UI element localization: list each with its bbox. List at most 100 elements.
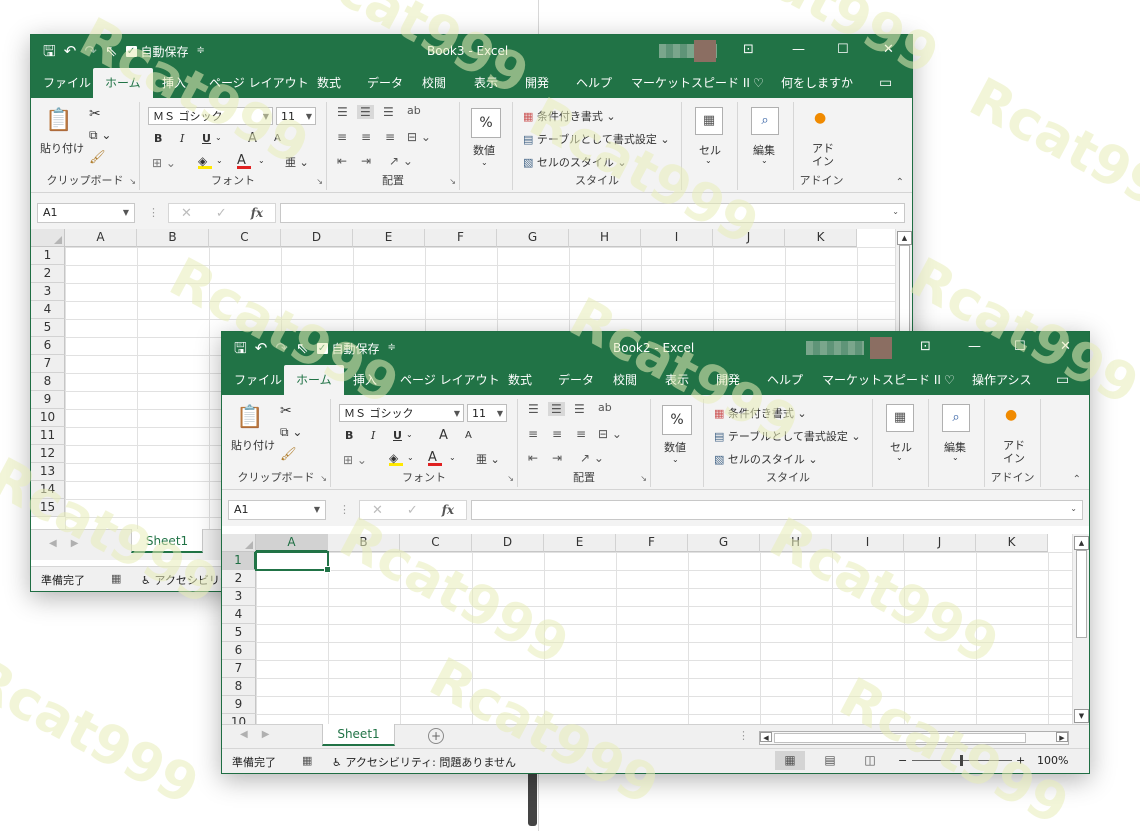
search-icon[interactable]: ⌕ <box>751 107 779 135</box>
row-header[interactable]: 1 <box>31 247 65 265</box>
bold-button[interactable]: B <box>345 429 353 442</box>
paste-button[interactable]: 貼り付け <box>40 140 84 156</box>
tab-page-layout[interactable]: ページ レイアウト <box>209 68 309 98</box>
tab-home[interactable]: ホーム <box>284 365 344 395</box>
paste-button[interactable]: 貼り付け <box>231 437 275 453</box>
increase-indent-icon[interactable]: ⇥ <box>552 451 562 465</box>
qat-customize-icon[interactable]: ≑ <box>388 339 396 357</box>
align-center-icon[interactable]: ≡ <box>361 130 371 144</box>
row-header[interactable]: 9 <box>222 696 256 714</box>
tab-data[interactable]: データ <box>367 68 403 98</box>
cell-styles-button[interactable]: ▧ セルのスタイル ⌄ <box>523 154 627 170</box>
sheet-tab[interactable]: Sheet1 <box>131 529 203 553</box>
accessibility-status[interactable]: ♿ アクセシビリティ: 問題ありません <box>332 754 516 770</box>
column-header[interactable]: A <box>65 229 137 247</box>
column-header[interactable]: G <box>688 534 760 552</box>
formula-input[interactable]: ⌄ <box>471 500 1083 520</box>
underline-button[interactable]: U <box>202 132 211 145</box>
save-icon[interactable]: 🖫 <box>43 42 56 60</box>
tab-view[interactable]: 表示 <box>665 365 689 395</box>
dialog-launcher-icon[interactable]: ↘ <box>640 474 647 483</box>
scroll-up-icon[interactable]: ▲ <box>1074 536 1089 550</box>
align-bottom-icon[interactable]: ☰ <box>574 402 585 416</box>
tell-me-search[interactable]: 何をしますか <box>781 68 853 98</box>
row-header[interactable]: 2 <box>31 265 65 283</box>
align-top-icon[interactable]: ☰ <box>337 105 348 119</box>
tab-view[interactable]: 表示 <box>474 68 498 98</box>
orientation-icon[interactable]: ↗ ⌄ <box>389 154 413 168</box>
title-bar[interactable]: 🖫 ↶ ↷ ⇖ ✓ 自動保存 ≑ Book2 - Excel ⊡ — ☐ ✕ <box>222 332 1089 365</box>
italic-button[interactable]: I <box>180 132 184 145</box>
dialog-launcher-icon[interactable]: ↘ <box>449 177 456 186</box>
insert-function-icon[interactable]: fx <box>442 503 454 517</box>
format-painter-icon[interactable]: 🖌 <box>280 447 297 462</box>
tab-developer[interactable]: 開発 <box>716 365 740 395</box>
save-icon[interactable]: 🖫 <box>234 339 247 357</box>
column-header[interactable]: C <box>400 534 472 552</box>
paste-icon[interactable]: 📋 <box>236 405 263 431</box>
row-header[interactable]: 3 <box>31 283 65 301</box>
zoom-slider-thumb[interactable] <box>960 755 963 766</box>
align-middle-icon[interactable]: ☰ <box>548 402 565 416</box>
collapse-ribbon-icon[interactable]: ⌃ <box>1073 474 1081 485</box>
row-header[interactable]: 5 <box>222 624 256 642</box>
font-color-dropdown-icon[interactable]: ⌄ <box>449 453 456 462</box>
row-header[interactable]: 15 <box>31 499 65 517</box>
vertical-scrollbar[interactable]: ▲ ▼ <box>1072 534 1089 724</box>
tab-split-grip-icon[interactable]: ⋮ <box>738 729 749 742</box>
excel-window-book2[interactable]: 🖫 ↶ ↷ ⇖ ✓ 自動保存 ≑ Book2 - Excel ⊡ — ☐ ✕ フ… <box>221 331 1090 774</box>
row-header[interactable]: 4 <box>31 301 65 319</box>
decrease-indent-icon[interactable]: ⇤ <box>337 154 347 168</box>
column-header[interactable]: D <box>472 534 544 552</box>
wrap-text-icon[interactable]: ab <box>598 401 612 414</box>
column-header[interactable]: H <box>760 534 832 552</box>
comments-icon[interactable]: ▭ <box>879 68 892 98</box>
tab-insert[interactable]: 挿入 <box>353 365 377 395</box>
fill-color-icon[interactable]: ◈ <box>198 154 212 169</box>
qat-customize-icon[interactable]: ≑ <box>197 42 205 60</box>
column-header[interactable]: K <box>785 229 857 247</box>
bold-button[interactable]: B <box>154 132 162 145</box>
font-color-button[interactable]: A <box>237 153 251 169</box>
search-icon[interactable]: ⌕ <box>942 404 970 432</box>
enter-icon[interactable]: ✓ <box>407 503 418 518</box>
underline-dropdown-icon[interactable]: ⌄ <box>406 430 413 439</box>
add-sheet-icon[interactable]: + <box>428 728 444 744</box>
underline-dropdown-icon[interactable]: ⌄ <box>215 133 222 142</box>
scroll-up-icon[interactable]: ▲ <box>897 231 912 245</box>
font-color-dropdown-icon[interactable]: ⌄ <box>258 156 265 165</box>
column-header[interactable]: B <box>137 229 209 247</box>
align-left-icon[interactable]: ≡ <box>528 427 538 441</box>
column-header[interactable]: K <box>976 534 1048 552</box>
copy-icon[interactable]: ⧉ ⌄ <box>280 425 302 440</box>
scroll-right-icon[interactable]: ▶ <box>1056 732 1068 742</box>
column-header[interactable]: F <box>425 229 497 247</box>
addins-button[interactable]: アド イン <box>1003 439 1025 465</box>
column-header[interactable]: G <box>497 229 569 247</box>
wrap-text-icon[interactable]: ab <box>407 104 421 117</box>
name-box[interactable]: A1 ▼ <box>228 500 326 520</box>
cancel-icon[interactable]: ✕ <box>181 206 192 221</box>
avatar[interactable] <box>870 337 892 359</box>
format-painter-icon[interactable]: 🖌 <box>89 150 106 165</box>
column-header[interactable]: J <box>904 534 976 552</box>
editing-dropdown-icon[interactable]: ⌄ <box>952 453 959 462</box>
tab-marketspeed[interactable]: マーケットスピード II <box>822 365 941 395</box>
number-format-button[interactable]: % <box>471 108 501 138</box>
row-header[interactable]: 5 <box>31 319 65 337</box>
row-header[interactable]: 1 <box>222 552 256 570</box>
merge-center-icon[interactable]: ⊟ ⌄ <box>598 427 622 441</box>
cells-dropdown-icon[interactable]: ⌄ <box>705 156 712 165</box>
cursor-icon[interactable]: ⇖ <box>296 339 309 357</box>
grow-font-button[interactable]: A <box>439 428 448 443</box>
column-header[interactable]: J <box>713 229 785 247</box>
phonetic-icon[interactable]: 亜 ⌄ <box>476 451 500 467</box>
font-name-dropdown[interactable]: ＭＳ ゴシック ▼ <box>148 107 273 125</box>
sheet-nav-icon[interactable]: ◀▶ <box>49 538 92 549</box>
row-header[interactable]: 10 <box>222 714 256 724</box>
align-bottom-icon[interactable]: ☰ <box>383 105 394 119</box>
align-left-icon[interactable]: ≡ <box>337 130 347 144</box>
row-header[interactable]: 6 <box>31 337 65 355</box>
font-size-dropdown[interactable]: 11 ▼ <box>467 404 507 422</box>
row-header[interactable]: 11 <box>31 427 65 445</box>
